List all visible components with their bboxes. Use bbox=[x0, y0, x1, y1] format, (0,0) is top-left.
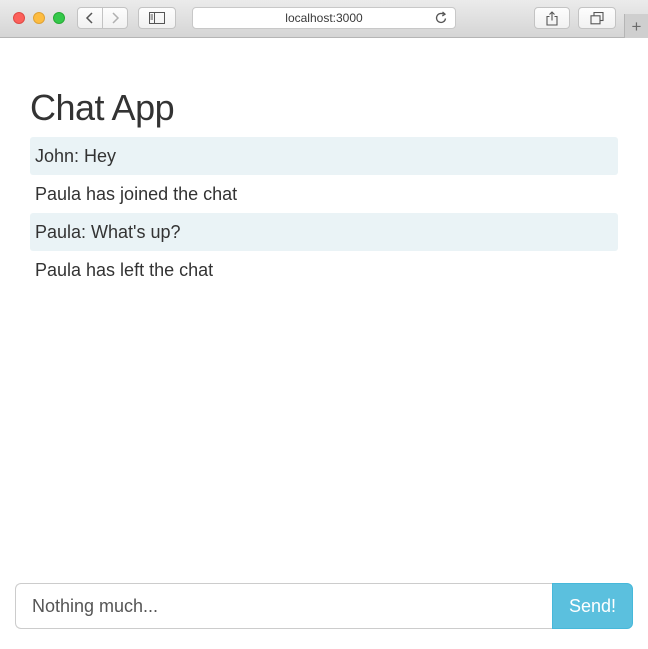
send-button[interactable]: Send! bbox=[552, 583, 633, 629]
chevron-right-icon bbox=[112, 12, 120, 24]
sidebar-toggle-button[interactable] bbox=[138, 7, 176, 29]
back-button[interactable] bbox=[77, 7, 103, 29]
message-list: John: Hey Paula has joined the chat Paul… bbox=[30, 137, 618, 289]
system-message: Paula has joined the chat bbox=[35, 184, 238, 204]
sidebar-icon bbox=[149, 12, 165, 24]
forward-button[interactable] bbox=[102, 7, 128, 29]
chat-message: Paula: What's up? bbox=[30, 213, 618, 251]
browser-toolbar: localhost:3000 + bbox=[0, 0, 648, 38]
chat-message: John: Hey bbox=[30, 137, 618, 175]
chevron-left-icon bbox=[85, 12, 93, 24]
tabs-icon bbox=[590, 11, 604, 24]
show-tabs-button[interactable] bbox=[578, 7, 616, 29]
plus-icon: + bbox=[631, 16, 642, 36]
reload-icon[interactable] bbox=[435, 11, 448, 25]
minimize-window-button[interactable] bbox=[33, 12, 45, 24]
url-text: localhost:3000 bbox=[285, 11, 363, 25]
new-tab-button[interactable]: + bbox=[624, 14, 648, 38]
message-form: Send! bbox=[15, 583, 633, 629]
page-title: Chat App bbox=[30, 87, 175, 128]
close-window-button[interactable] bbox=[13, 12, 25, 24]
system-message: Paula has left the chat bbox=[35, 260, 214, 280]
share-icon bbox=[546, 10, 558, 26]
share-button[interactable] bbox=[534, 7, 570, 29]
address-bar[interactable]: localhost:3000 bbox=[192, 7, 456, 29]
message-input[interactable] bbox=[15, 583, 552, 629]
zoom-window-button[interactable] bbox=[53, 12, 65, 24]
